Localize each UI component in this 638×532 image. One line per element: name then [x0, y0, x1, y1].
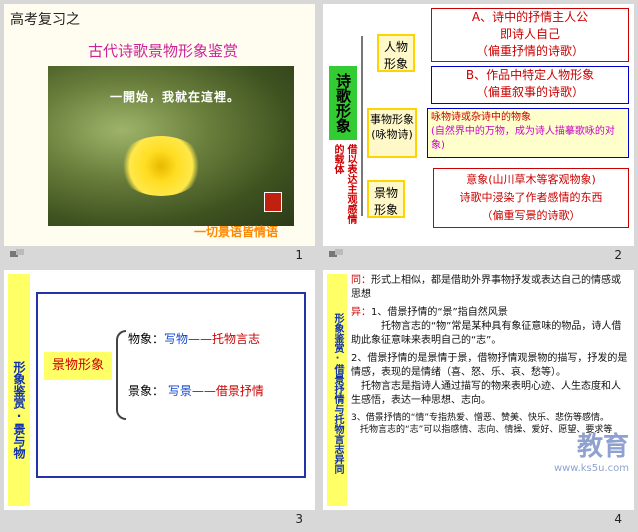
side-title: 形象鉴赏·借景抒情与托物言志异同: [327, 274, 347, 506]
flower-photo: 一開始，我就在這裡。: [48, 66, 294, 226]
photo-caption: 一開始，我就在這裡。: [110, 90, 241, 104]
scene-box: 景物形象: [367, 180, 405, 218]
wu-row: 物象：写物——托物言志: [128, 332, 261, 346]
slide-title: 古代诗歌景物形象鉴赏: [88, 42, 239, 60]
slide-number: 1: [295, 248, 303, 262]
object-box: 事物形象(咏物诗): [367, 108, 417, 158]
slide-transition-icon: [329, 249, 343, 257]
center-label: 诗歌形象: [329, 66, 357, 140]
slide-4: 形象鉴赏·借景抒情与托物言志异同 同：形式上相似，都是借助外界事物抒发或表达自己…: [323, 270, 634, 510]
slide-number: 3: [295, 512, 303, 526]
slide-thumbnail-4[interactable]: 形象鉴赏·借景抒情与托物言志异同 同：形式上相似，都是借助外界事物抒发或表达自己…: [323, 270, 634, 532]
side-title: 形象鉴赏·景与物: [8, 274, 30, 506]
body-text: 同：形式上相似，都是借助外界事物抒发或表达自己的情感或思想 异：1、借景抒情的“…: [351, 275, 628, 435]
slide-number: 2: [614, 248, 622, 262]
person-box: 人物形象: [377, 34, 415, 72]
jing-row: 景象： 写景——借景抒情: [128, 384, 264, 398]
person-a-box: A、诗中的抒情主人公 即诗人自己 （偏重抒情的诗歌）: [431, 8, 629, 62]
slide-number: 4: [614, 512, 622, 526]
flower-icon: [118, 136, 204, 196]
slide-caption: 一切景语皆情语: [194, 225, 279, 239]
object-desc-box: 咏物诗或杂诗中的物象 (自然界中的万物，成为诗人描摹歌咏的对象): [427, 108, 629, 158]
slide-footer: 2: [323, 248, 634, 262]
slide-thumbnail-1[interactable]: 高考复习之 古代诗歌景物形象鉴赏 一開始，我就在這裡。 一切景语皆情语 1: [4, 4, 315, 266]
center-box: 景物形象: [44, 352, 112, 380]
slide-footer: 3: [4, 512, 315, 526]
slide-header: 高考复习之: [10, 12, 80, 28]
side-note: 借以表达主观感情的载体: [332, 144, 356, 224]
slide-thumbnail-3[interactable]: 形象鉴赏·景与物 景物形象 物象：写物——托物言志 景象： 写景——借景抒情 3: [4, 270, 315, 532]
scene-desc-box: 意象(山川草木等客观物象) 诗歌中浸染了作者感情的东西 （偏重写景的诗歌）: [433, 168, 629, 228]
watermark-logo: 教育 www.ks5u.com: [553, 432, 629, 474]
seal-stamp: [264, 192, 282, 212]
slide-footer: 1: [4, 248, 315, 262]
person-b-box: B、作品中特定人物形象 （偏重叙事的诗歌）: [431, 66, 629, 104]
slide-footer: 4: [323, 512, 634, 526]
brace-icon: [116, 330, 126, 420]
slide-thumbnail-2[interactable]: 诗歌形象 借以表达主观感情的载体 人物形象 A、诗中的抒情主人公 即诗人自己 （…: [323, 4, 634, 266]
slide-1: 高考复习之 古代诗歌景物形象鉴赏 一開始，我就在這裡。 一切景语皆情语: [4, 4, 315, 246]
slide-3: 形象鉴赏·景与物 景物形象 物象：写物——托物言志 景象： 写景——借景抒情: [4, 270, 315, 510]
slide-2: 诗歌形象 借以表达主观感情的载体 人物形象 A、诗中的抒情主人公 即诗人自己 （…: [323, 4, 634, 246]
slide-transition-icon: [10, 249, 24, 257]
